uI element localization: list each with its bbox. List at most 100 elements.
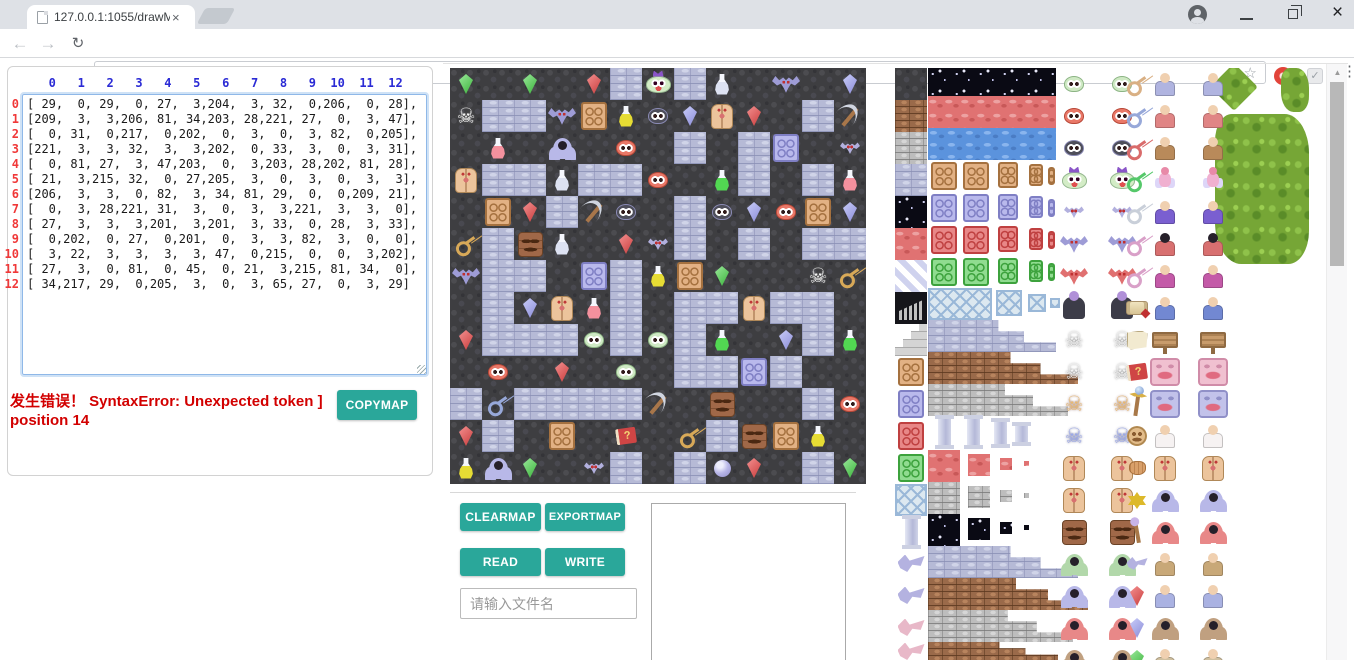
stripesd-tile[interactable] (895, 260, 927, 292)
palette-tile[interactable] (895, 548, 927, 580)
close-icon[interactable]: × (1332, 2, 1343, 24)
map-cell[interactable] (674, 228, 706, 260)
palette-tile[interactable] (1150, 197, 1180, 227)
starbg-tile[interactable] (928, 514, 960, 546)
map-cell[interactable] (674, 292, 706, 324)
map-cell[interactable] (450, 132, 482, 164)
map-cell[interactable] (834, 452, 866, 484)
map-cell[interactable] (674, 132, 706, 164)
map-cell[interactable] (770, 452, 802, 484)
map-cell[interactable] (450, 356, 482, 388)
map-cell[interactable] (802, 356, 834, 388)
palette-tile[interactable] (1150, 69, 1180, 99)
map-cell[interactable] (578, 196, 610, 228)
palette-tile[interactable] (1123, 230, 1151, 258)
palette-tile[interactable] (1028, 226, 1044, 252)
palette-tile[interactable] (1014, 424, 1028, 444)
map-cell[interactable] (482, 420, 514, 452)
palette-tile[interactable] (895, 612, 927, 644)
lavbrick-tile[interactable] (895, 164, 927, 196)
map-cell[interactable] (738, 228, 770, 260)
palette-tile[interactable] (1060, 582, 1088, 610)
map-cell[interactable] (674, 388, 706, 420)
palette-tile[interactable]: ☠ (1060, 422, 1088, 450)
map-cell[interactable] (802, 388, 834, 420)
map-cell[interactable] (546, 324, 578, 356)
map-cell[interactable] (482, 356, 514, 388)
palette-tile[interactable] (1150, 261, 1180, 291)
palette-tile[interactable] (1150, 645, 1180, 660)
map-cell[interactable] (834, 68, 866, 100)
map-cell[interactable] (738, 100, 770, 132)
map-cell[interactable] (578, 452, 610, 484)
map-cell[interactable] (642, 196, 674, 228)
map-cell[interactable] (738, 388, 770, 420)
map-cell[interactable] (738, 132, 770, 164)
map-cell[interactable] (770, 100, 802, 132)
map-cell[interactable] (514, 420, 546, 452)
map-cell[interactable] (578, 68, 610, 100)
map-cell[interactable] (482, 132, 514, 164)
redground-tile[interactable] (1000, 458, 1012, 470)
map-cell[interactable] (482, 292, 514, 324)
starbg-tile[interactable] (1024, 525, 1029, 530)
palette-tile[interactable] (1150, 549, 1180, 579)
map-cell[interactable] (706, 68, 738, 100)
palette-tile[interactable] (1060, 646, 1088, 660)
map-cell[interactable] (770, 356, 802, 388)
forward-icon[interactable]: → (36, 29, 60, 58)
palette-tile[interactable] (1150, 613, 1180, 643)
map-cell[interactable] (674, 100, 706, 132)
palette-tile[interactable] (1028, 162, 1044, 188)
map-cell[interactable] (738, 68, 770, 100)
palette-tile[interactable] (960, 256, 992, 288)
map-cell[interactable] (514, 388, 546, 420)
lavbrick-tile[interactable] (928, 546, 1078, 578)
map-cell[interactable] (674, 68, 706, 100)
map-cell[interactable] (450, 292, 482, 324)
map-cell[interactable] (770, 420, 802, 452)
map-cell[interactable] (578, 388, 610, 420)
palette-tile[interactable] (1060, 614, 1088, 642)
matrix-textarea[interactable] (22, 94, 427, 375)
map-cell[interactable] (802, 68, 834, 100)
palette-tile[interactable] (1060, 198, 1088, 226)
graystone-tile[interactable] (928, 482, 960, 514)
map-cell[interactable] (546, 452, 578, 484)
scroll-up-icon[interactable]: ▲ (1327, 68, 1348, 77)
map-cell[interactable] (706, 356, 738, 388)
map-cell[interactable] (514, 100, 546, 132)
map-cell[interactable] (482, 228, 514, 260)
palette-tile[interactable] (1198, 293, 1228, 323)
palette-tile[interactable] (996, 192, 1020, 222)
map-cell[interactable] (770, 324, 802, 356)
map-cell[interactable] (770, 164, 802, 196)
palette-tile[interactable] (895, 420, 927, 452)
map-cell[interactable] (738, 260, 770, 292)
map-cell[interactable] (642, 452, 674, 484)
palette-tile[interactable] (1028, 258, 1044, 284)
map-cell[interactable] (802, 132, 834, 164)
starbg-tile[interactable] (928, 68, 1056, 96)
map-cell[interactable] (546, 420, 578, 452)
palette-tile[interactable] (1047, 198, 1056, 218)
graystone-tile[interactable] (1000, 490, 1012, 502)
tab-close-icon[interactable]: × (172, 10, 180, 25)
lattice-tile[interactable] (1050, 298, 1060, 308)
read-button[interactable]: READ (460, 548, 541, 576)
map-cell[interactable] (706, 228, 738, 260)
palette-tile[interactable] (1198, 421, 1228, 451)
map-cell[interactable] (770, 260, 802, 292)
map-cell[interactable] (610, 452, 642, 484)
darkstone-tile[interactable] (895, 68, 927, 100)
map-cell[interactable] (738, 164, 770, 196)
map-cell[interactable] (610, 260, 642, 292)
palette-tile[interactable] (928, 192, 960, 224)
palette-tile[interactable] (1060, 518, 1088, 546)
palette-tile[interactable] (1150, 133, 1180, 163)
map-cell[interactable] (706, 420, 738, 452)
map-cell[interactable] (674, 260, 706, 292)
palette-tile[interactable] (1150, 453, 1180, 483)
palette-tile[interactable] (1123, 166, 1151, 194)
palette-tile[interactable] (1198, 389, 1228, 419)
